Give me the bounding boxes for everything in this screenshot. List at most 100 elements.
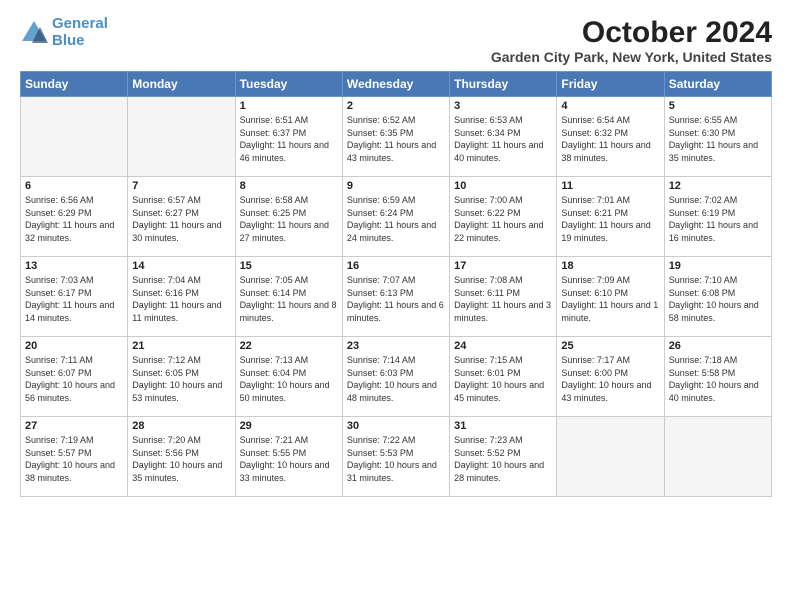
col-tuesday: Tuesday xyxy=(235,72,342,97)
calendar-cell: 30 Sunrise: 7:22 AM Sunset: 5:53 PM Dayli… xyxy=(342,417,449,497)
day-number: 31 xyxy=(454,420,552,432)
calendar-cell: 12 Sunrise: 7:02 AM Sunset: 6:19 PM Dayli… xyxy=(664,177,771,257)
day-info: Sunrise: 7:11 AM Sunset: 6:07 PM Dayligh… xyxy=(25,354,123,404)
calendar-cell: 6Sunrise: 6:56 AM Sunset: 6:29 PM Daylig… xyxy=(21,177,128,257)
logo-line1: General xyxy=(52,15,108,32)
month-title: October 2024 xyxy=(491,16,772,49)
day-info: Sunrise: 7:14 AM Sunset: 6:03 PM Dayligh… xyxy=(347,354,445,404)
day-number: 28 xyxy=(132,420,230,432)
day-number: 23 xyxy=(347,340,445,352)
logo-icon xyxy=(20,19,48,47)
day-info: Sunrise: 7:00 AM Sunset: 6:22 PM Dayligh… xyxy=(454,194,552,244)
location-subtitle: Garden City Park, New York, United State… xyxy=(491,49,772,65)
col-wednesday: Wednesday xyxy=(342,72,449,97)
calendar-week-3: 13 Sunrise: 7:03 AM Sunset: 6:17 PM Dayli… xyxy=(21,257,772,337)
day-number: 29 xyxy=(240,420,338,432)
day-info: Sunrise: 7:15 AM Sunset: 6:01 PM Dayligh… xyxy=(454,354,552,404)
calendar-header-row: Sunday Monday Tuesday Wednesday Thursday… xyxy=(21,72,772,97)
calendar-cell: 8Sunrise: 6:58 AM Sunset: 6:25 PM Daylig… xyxy=(235,177,342,257)
col-saturday: Saturday xyxy=(664,72,771,97)
day-info: Sunrise: 7:18 AM Sunset: 5:58 PM Dayligh… xyxy=(669,354,767,404)
calendar-cell: 25 Sunrise: 7:17 AM Sunset: 6:00 PM Dayli… xyxy=(557,337,664,417)
day-number: 4 xyxy=(561,100,659,112)
calendar-week-5: 27 Sunrise: 7:19 AM Sunset: 5:57 PM Dayli… xyxy=(21,417,772,497)
col-monday: Monday xyxy=(128,72,235,97)
calendar-week-2: 6Sunrise: 6:56 AM Sunset: 6:29 PM Daylig… xyxy=(21,177,772,257)
day-number: 3 xyxy=(454,100,552,112)
calendar-cell: 1 Sunrise: 6:51 AM Sunset: 6:37 PM Daylig… xyxy=(235,97,342,177)
calendar-week-4: 20Sunrise: 7:11 AM Sunset: 6:07 PM Dayli… xyxy=(21,337,772,417)
logo-line2: Blue xyxy=(52,32,85,49)
calendar-cell: 19Sunrise: 7:10 AM Sunset: 6:08 PM Dayli… xyxy=(664,257,771,337)
day-number: 12 xyxy=(669,180,767,192)
calendar-cell xyxy=(557,417,664,497)
day-number: 24 xyxy=(454,340,552,352)
day-number: 9 xyxy=(347,180,445,192)
day-info: Sunrise: 7:20 AM Sunset: 5:56 PM Dayligh… xyxy=(132,434,230,484)
calendar-cell: 11Sunrise: 7:01 AM Sunset: 6:21 PM Dayli… xyxy=(557,177,664,257)
day-number: 11 xyxy=(561,180,659,192)
calendar-cell: 15Sunrise: 7:05 AM Sunset: 6:14 PM Dayli… xyxy=(235,257,342,337)
calendar-cell: 22 Sunrise: 7:13 AM Sunset: 6:04 PM Dayli… xyxy=(235,337,342,417)
logo-text: General Blue xyxy=(52,16,108,49)
calendar-cell: 17 Sunrise: 7:08 AM Sunset: 6:11 PM Dayli… xyxy=(450,257,557,337)
calendar-cell: 7Sunrise: 6:57 AM Sunset: 6:27 PM Daylig… xyxy=(128,177,235,257)
day-info: Sunrise: 7:22 AM Sunset: 5:53 PM Dayligh… xyxy=(347,434,445,484)
day-number: 27 xyxy=(25,420,123,432)
calendar-cell: 4Sunrise: 6:54 AM Sunset: 6:32 PM Daylig… xyxy=(557,97,664,177)
page: General Blue October 2024 Garden City Pa… xyxy=(0,0,792,612)
day-number: 22 xyxy=(240,340,338,352)
day-number: 1 xyxy=(240,100,338,112)
calendar-cell: 21 Sunrise: 7:12 AM Sunset: 6:05 PM Dayli… xyxy=(128,337,235,417)
day-info: Sunrise: 7:05 AM Sunset: 6:14 PM Dayligh… xyxy=(240,274,338,324)
day-info: Sunrise: 7:12 AM Sunset: 6:05 PM Dayligh… xyxy=(132,354,230,404)
calendar-cell: 18 Sunrise: 7:09 AM Sunset: 6:10 PM Dayli… xyxy=(557,257,664,337)
day-info: Sunrise: 7:19 AM Sunset: 5:57 PM Dayligh… xyxy=(25,434,123,484)
header: General Blue October 2024 Garden City Pa… xyxy=(20,16,772,65)
col-friday: Friday xyxy=(557,72,664,97)
day-number: 19 xyxy=(669,260,767,272)
calendar-cell: 2Sunrise: 6:52 AM Sunset: 6:35 PM Daylig… xyxy=(342,97,449,177)
col-sunday: Sunday xyxy=(21,72,128,97)
day-number: 18 xyxy=(561,260,659,272)
day-number: 21 xyxy=(132,340,230,352)
day-info: Sunrise: 7:03 AM Sunset: 6:17 PM Dayligh… xyxy=(25,274,123,324)
day-info: Sunrise: 7:02 AM Sunset: 6:19 PM Dayligh… xyxy=(669,194,767,244)
calendar-cell xyxy=(128,97,235,177)
day-info: Sunrise: 7:08 AM Sunset: 6:11 PM Dayligh… xyxy=(454,274,552,324)
day-info: Sunrise: 6:53 AM Sunset: 6:34 PM Dayligh… xyxy=(454,114,552,164)
day-number: 13 xyxy=(25,260,123,272)
title-block: October 2024 Garden City Park, New York,… xyxy=(491,16,772,65)
day-info: Sunrise: 7:13 AM Sunset: 6:04 PM Dayligh… xyxy=(240,354,338,404)
day-number: 6 xyxy=(25,180,123,192)
calendar-table: Sunday Monday Tuesday Wednesday Thursday… xyxy=(20,71,772,497)
day-info: Sunrise: 7:17 AM Sunset: 6:00 PM Dayligh… xyxy=(561,354,659,404)
calendar-cell: 14Sunrise: 7:04 AM Sunset: 6:16 PM Dayli… xyxy=(128,257,235,337)
day-info: Sunrise: 7:21 AM Sunset: 5:55 PM Dayligh… xyxy=(240,434,338,484)
calendar-cell: 29 Sunrise: 7:21 AM Sunset: 5:55 PM Dayli… xyxy=(235,417,342,497)
calendar-cell: 13 Sunrise: 7:03 AM Sunset: 6:17 PM Dayli… xyxy=(21,257,128,337)
calendar-cell xyxy=(664,417,771,497)
calendar-cell: 16 Sunrise: 7:07 AM Sunset: 6:13 PM Dayli… xyxy=(342,257,449,337)
calendar-cell: 26 Sunrise: 7:18 AM Sunset: 5:58 PM Dayli… xyxy=(664,337,771,417)
calendar-week-1: 1 Sunrise: 6:51 AM Sunset: 6:37 PM Daylig… xyxy=(21,97,772,177)
day-info: Sunrise: 7:23 AM Sunset: 5:52 PM Dayligh… xyxy=(454,434,552,484)
calendar-cell: 20Sunrise: 7:11 AM Sunset: 6:07 PM Dayli… xyxy=(21,337,128,417)
logo: General Blue xyxy=(20,16,108,49)
day-info: Sunrise: 7:07 AM Sunset: 6:13 PM Dayligh… xyxy=(347,274,445,324)
day-info: Sunrise: 7:04 AM Sunset: 6:16 PM Dayligh… xyxy=(132,274,230,324)
day-number: 5 xyxy=(669,100,767,112)
day-info: Sunrise: 6:59 AM Sunset: 6:24 PM Dayligh… xyxy=(347,194,445,244)
day-info: Sunrise: 7:09 AM Sunset: 6:10 PM Dayligh… xyxy=(561,274,659,324)
day-info: Sunrise: 6:57 AM Sunset: 6:27 PM Dayligh… xyxy=(132,194,230,244)
calendar-cell: 10Sunrise: 7:00 AM Sunset: 6:22 PM Dayli… xyxy=(450,177,557,257)
day-number: 16 xyxy=(347,260,445,272)
col-thursday: Thursday xyxy=(450,72,557,97)
day-number: 25 xyxy=(561,340,659,352)
day-info: Sunrise: 6:51 AM Sunset: 6:37 PM Dayligh… xyxy=(240,114,338,164)
day-number: 30 xyxy=(347,420,445,432)
day-number: 26 xyxy=(669,340,767,352)
day-info: Sunrise: 6:55 AM Sunset: 6:30 PM Dayligh… xyxy=(669,114,767,164)
calendar-cell: 28 Sunrise: 7:20 AM Sunset: 5:56 PM Dayli… xyxy=(128,417,235,497)
day-number: 17 xyxy=(454,260,552,272)
